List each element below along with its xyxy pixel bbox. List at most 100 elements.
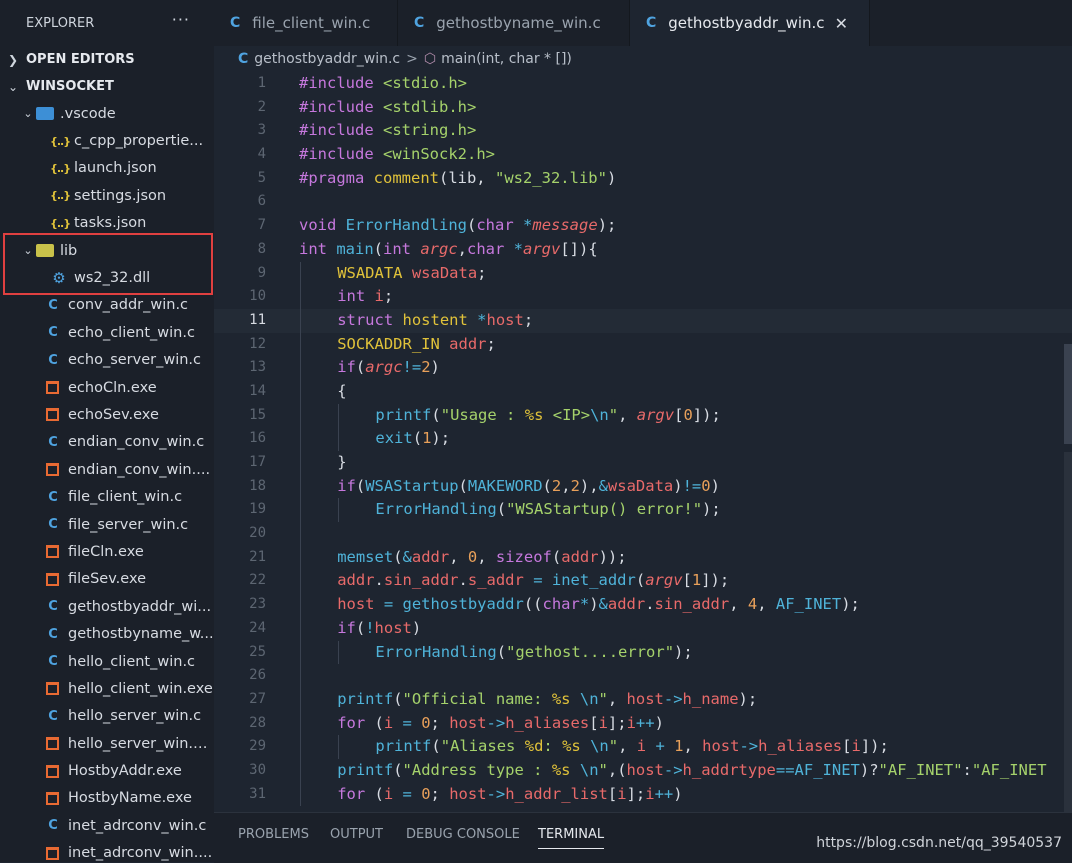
code-token: 1 <box>422 429 432 448</box>
code-token: sin_addr <box>654 595 730 614</box>
tree-item[interactable]: {..} launch.json <box>0 155 214 182</box>
code-text: for (i = 0; host->h_aliases[i];i++) <box>337 712 664 736</box>
code-line: 27 printf("Official name: %s \n", host->h… <box>214 687 1072 712</box>
tree-item[interactable]: endian_conv_win.... <box>0 456 214 483</box>
code-text: #include <winSock2.h> <box>299 143 495 167</box>
editor-tab[interactable]: Cgethostbyname_win.c <box>398 0 630 46</box>
code-token: "gethost....error" <box>506 642 675 661</box>
section-label: OPEN EDITORS <box>26 52 135 67</box>
indent-guide <box>300 403 301 428</box>
editor-tab[interactable]: Cfile_client_win.c <box>214 0 398 46</box>
tree-item[interactable]: fileCln.exe <box>0 538 214 565</box>
code-token: inet_addr <box>551 571 636 590</box>
code-token: ( <box>393 547 403 566</box>
panel-tab[interactable]: DEBUG CONSOLE <box>406 827 520 842</box>
code-line: 7 void ErrorHandling(char *message); <box>214 214 1072 238</box>
code-token: + <box>646 737 675 756</box>
code-token: int <box>337 287 375 306</box>
code-token: ); <box>674 642 693 661</box>
section-workspace[interactable]: ⌄ WINSOCKET <box>0 73 214 100</box>
code-token: char <box>467 239 514 258</box>
close-icon[interactable]: ✕ <box>835 14 848 33</box>
exe-file-icon <box>46 682 59 696</box>
code-token: "ws2_32.lib" <box>494 168 607 187</box>
code-token: WSAStartup <box>365 476 459 495</box>
panel-tab[interactable]: PROBLEMS <box>238 827 309 842</box>
tree-item[interactable]: Cfile_client_win.c <box>0 483 214 510</box>
code-token: sin_addr <box>383 571 459 590</box>
tree-item[interactable]: ⚙ ws2_32.dll <box>0 264 214 291</box>
tree-item[interactable]: hello_client_win.exe <box>0 675 214 702</box>
indent-guide <box>300 616 301 641</box>
tree-item[interactable]: HostbyAddr.exe <box>0 757 214 784</box>
code-token: int <box>383 239 421 258</box>
chevron-down-icon: ⌄ <box>23 107 33 121</box>
tree-item[interactable]: Cgethostbyaddr_wi... <box>0 593 214 620</box>
code-token: " <box>598 760 608 779</box>
code-token: hostent <box>402 310 478 329</box>
code-token: -> <box>739 737 759 756</box>
code-token: addr <box>561 547 599 566</box>
code-token: host <box>702 737 740 756</box>
tree-item[interactable]: Chello_client_win.c <box>0 648 214 675</box>
tree-item[interactable]: HostbyName.exe <box>0 785 214 812</box>
code-token: [ <box>607 784 618 803</box>
scrollbar-track[interactable] <box>1064 452 1072 812</box>
code-editor[interactable]: 1 #include <stdio.h> 2 #include <stdlib.h> 3… <box>214 72 1072 812</box>
tree-item[interactable]: {..} c_cpp_propertie... <box>0 127 214 154</box>
tree-item[interactable]: Cfile_server_win.c <box>0 511 214 538</box>
code-token: if <box>337 358 356 377</box>
tree-item[interactable]: Cinet_adrconv_win.c <box>0 812 214 839</box>
tree-item[interactable]: Cendian_conv_win.c <box>0 429 214 456</box>
tree-item[interactable]: Cgethostbyname_w... <box>0 620 214 647</box>
indent-guide <box>300 474 301 499</box>
exe-file-icon <box>46 381 59 395</box>
code-text: int main(int argc,char *argv[]){ <box>299 238 598 262</box>
code-token: [ <box>682 571 692 590</box>
code-token: . <box>458 571 468 590</box>
code-token: \n <box>579 689 599 708</box>
line-number: 18 <box>249 477 266 494</box>
tree-item[interactable]: Cecho_server_win.c <box>0 347 214 374</box>
breadcrumb-file[interactable]: gethostbyaddr_win.c <box>254 51 400 67</box>
tree-item[interactable]: hello_server_win.e... <box>0 730 214 757</box>
indent-guide <box>300 687 301 712</box>
code-token: s_addr <box>467 571 524 590</box>
scrollbar-thumb[interactable] <box>1064 344 1072 444</box>
code-token: " <box>608 737 619 756</box>
tree-item[interactable]: Cecho_client_win.c <box>0 319 214 346</box>
tree-item[interactable]: ⌄ lib <box>0 237 214 264</box>
code-line: 6 <box>214 190 1072 214</box>
code-token: [ <box>589 713 599 732</box>
more-actions-icon[interactable]: ··· <box>172 10 190 29</box>
tree-item[interactable]: ⌄ .vscode <box>0 100 214 127</box>
tree-item-label: echo_server_win.c <box>68 352 202 369</box>
tree-item[interactable]: Cconv_addr_win.c <box>0 292 214 319</box>
code-token: == <box>775 760 795 779</box>
section-open-editors[interactable]: ❯ OPEN EDITORS <box>0 46 214 73</box>
code-token: ( <box>542 476 552 495</box>
tree-item[interactable]: fileSev.exe <box>0 566 214 593</box>
tree-item[interactable]: {..} settings.json <box>0 182 214 209</box>
exe-file-icon <box>46 764 59 778</box>
code-token: host <box>374 618 412 637</box>
tree-item[interactable]: echoSev.exe <box>0 401 214 428</box>
tree-item[interactable]: inet_adrconv_win.... <box>0 840 214 862</box>
code-token: message <box>532 216 598 235</box>
tree-item[interactable]: {..} tasks.json <box>0 210 214 237</box>
code-token: ) <box>606 168 617 187</box>
code-line: 18 if(WSAStartup(MAKEWORD(2,2),&wsaData)!… <box>214 474 1072 499</box>
code-token: ) <box>430 358 440 377</box>
tree-item[interactable]: echoCln.exe <box>0 374 214 401</box>
code-line: 22 addr.sin_addr.s_addr = inet_addr(argv[… <box>214 569 1072 594</box>
panel-tab[interactable]: TERMINAL <box>538 827 605 849</box>
exe-file-icon <box>46 408 59 422</box>
tree-item[interactable]: Chello_server_win.c <box>0 703 214 730</box>
panel-tab[interactable]: OUTPUT <box>330 827 383 842</box>
bottom-panel: PROBLEMS OUTPUT DEBUG CONSOLE TERMINAL http… <box>214 812 1072 863</box>
code-token: "Usage : <box>440 405 525 424</box>
section-label: WINSOCKET <box>26 79 114 94</box>
code-token: ) <box>589 595 599 614</box>
breadcrumb-symbol[interactable]: main(int, char * []) <box>441 51 572 67</box>
editor-tab[interactable]: Cgethostbyaddr_win.c ✕ <box>630 0 870 46</box>
